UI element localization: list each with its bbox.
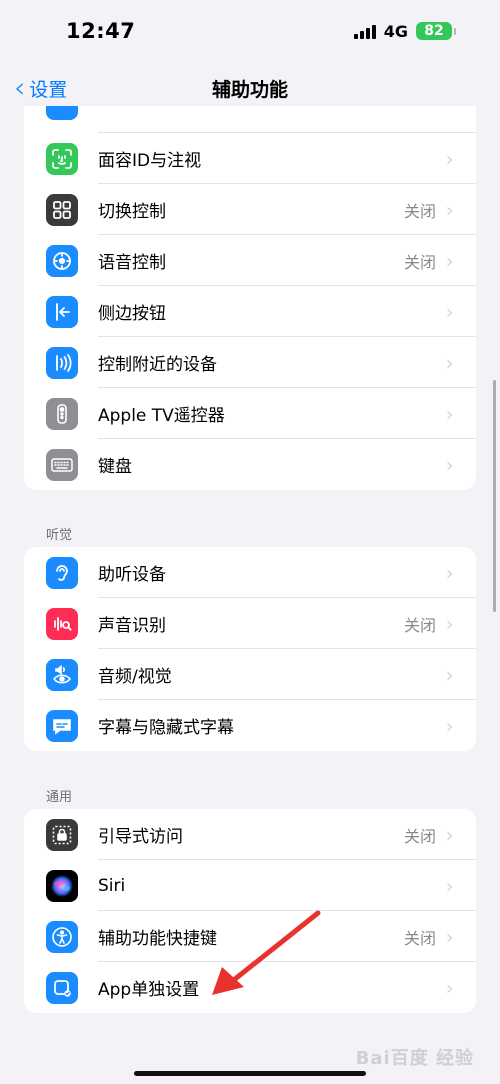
list-item-voice-control[interactable]: 语音控制 关闭 ›: [24, 235, 476, 286]
chevron-right-icon: ›: [446, 248, 454, 273]
settings-group-interaction: 面容ID与注视 › 切换控制 关闭 › 语音控制 关闭 › 侧边按钮 › 控制附…: [24, 106, 476, 490]
row-label: 字幕与隐藏式字幕: [98, 718, 234, 738]
row-value: 关闭: [403, 826, 436, 846]
settings-group-hearing: 助听设备 › 声音识别 关闭 › 音频/视觉 › 字幕与隐藏式字幕 ›: [24, 547, 476, 751]
row-label: 控制附近的设备: [98, 355, 217, 375]
back-label: 设置: [29, 78, 68, 101]
voice-control-icon: [46, 244, 78, 277]
guided-access-icon: [46, 818, 78, 851]
accessibility-shortcut-icon: [46, 920, 78, 953]
list-item-tv-remote[interactable]: Apple TV遥控器 ›: [24, 388, 476, 439]
scrollbar[interactable]: [493, 380, 496, 612]
row-label: 面容ID与注视: [98, 151, 202, 171]
row-label: Siri: [98, 875, 126, 896]
keyboard-icon: [46, 448, 78, 481]
row-label: 引导式访问: [98, 827, 183, 847]
row-value: 关闭: [403, 201, 436, 221]
per-app-settings-icon: [46, 971, 78, 1004]
list-item-siri[interactable]: Siri ›: [24, 860, 476, 911]
status-time: 12:47: [66, 19, 136, 43]
row-label: 助听设备: [98, 565, 166, 585]
list-item-face-id[interactable]: 面容ID与注视 ›: [24, 133, 476, 184]
nearby-devices-icon: [46, 346, 78, 379]
list-item-side-button[interactable]: 侧边按钮 ›: [24, 286, 476, 337]
list-item-partial: [24, 106, 476, 133]
row-label: 侧边按钮: [98, 304, 166, 324]
subtitles-icon: [46, 709, 78, 742]
section-header-general: 通用: [46, 790, 73, 805]
row-value: 关闭: [403, 615, 436, 635]
row-label: Apple TV遥控器: [98, 406, 225, 426]
cellular-signal-icon: [353, 23, 376, 39]
chevron-right-icon: ›: [446, 975, 454, 1000]
section-header-hearing: 听觉: [46, 528, 73, 543]
row-label: 键盘: [98, 457, 132, 477]
row-label: 切换控制: [98, 202, 166, 222]
list-item-switch-control[interactable]: 切换控制 关闭 ›: [24, 184, 476, 235]
chevron-right-icon: ›: [446, 560, 454, 585]
face-id-icon: [46, 142, 78, 175]
chevron-right-icon: ›: [446, 350, 454, 375]
chevron-right-icon: ›: [446, 662, 454, 687]
network-type: 4G: [383, 21, 408, 41]
chevron-left-icon: ‹: [14, 71, 26, 104]
chevron-right-icon: ›: [446, 822, 454, 847]
chevron-right-icon: ›: [446, 401, 454, 426]
tv-remote-icon: [46, 397, 78, 430]
chevron-right-icon: ›: [446, 146, 454, 171]
battery-icon: 82: [416, 22, 456, 40]
chevron-right-icon: ›: [446, 924, 454, 949]
watermark-logo: Bai百度 经验: [355, 1048, 474, 1069]
side-button-icon: [46, 295, 78, 328]
status-bar: 12:47 4G 82: [0, 0, 500, 62]
hearing-ear-icon: [46, 556, 78, 589]
list-item-subtitles[interactable]: 字幕与隐藏式字幕 ›: [24, 700, 476, 751]
status-right: 4G 82: [353, 21, 456, 41]
row-value: 关闭: [403, 928, 436, 948]
list-item-audio-visual[interactable]: 音频/视觉 ›: [24, 649, 476, 700]
sound-recognition-icon: [46, 607, 78, 640]
page-title: 辅助功能: [211, 78, 288, 101]
list-item-nearby-devices[interactable]: 控制附近的设备 ›: [24, 337, 476, 388]
chevron-right-icon: ›: [446, 713, 454, 738]
row-value: 关闭: [403, 252, 436, 272]
list-item-sound-recognition[interactable]: 声音识别 关闭 ›: [24, 598, 476, 649]
chevron-right-icon: ›: [446, 873, 454, 898]
siri-icon: [46, 869, 78, 902]
row-label: 音频/视觉: [98, 667, 172, 687]
chevron-right-icon: ›: [446, 611, 454, 636]
home-indicator[interactable]: [134, 1071, 366, 1076]
chevron-right-icon: ›: [446, 197, 454, 222]
list-item-guided-access[interactable]: 引导式访问 关闭 ›: [24, 809, 476, 860]
list-item-keyboard[interactable]: 键盘 ›: [24, 439, 476, 490]
switch-control-icon: [46, 193, 78, 226]
list-item-hearing-devices[interactable]: 助听设备 ›: [24, 547, 476, 598]
chevron-right-icon: ›: [446, 452, 454, 477]
audio-visual-icon: [46, 658, 78, 691]
chevron-right-icon: ›: [446, 299, 454, 324]
annotation-arrow-icon: [212, 910, 321, 995]
row-label: 语音控制: [98, 253, 166, 273]
row-label: 声音识别: [98, 616, 166, 636]
